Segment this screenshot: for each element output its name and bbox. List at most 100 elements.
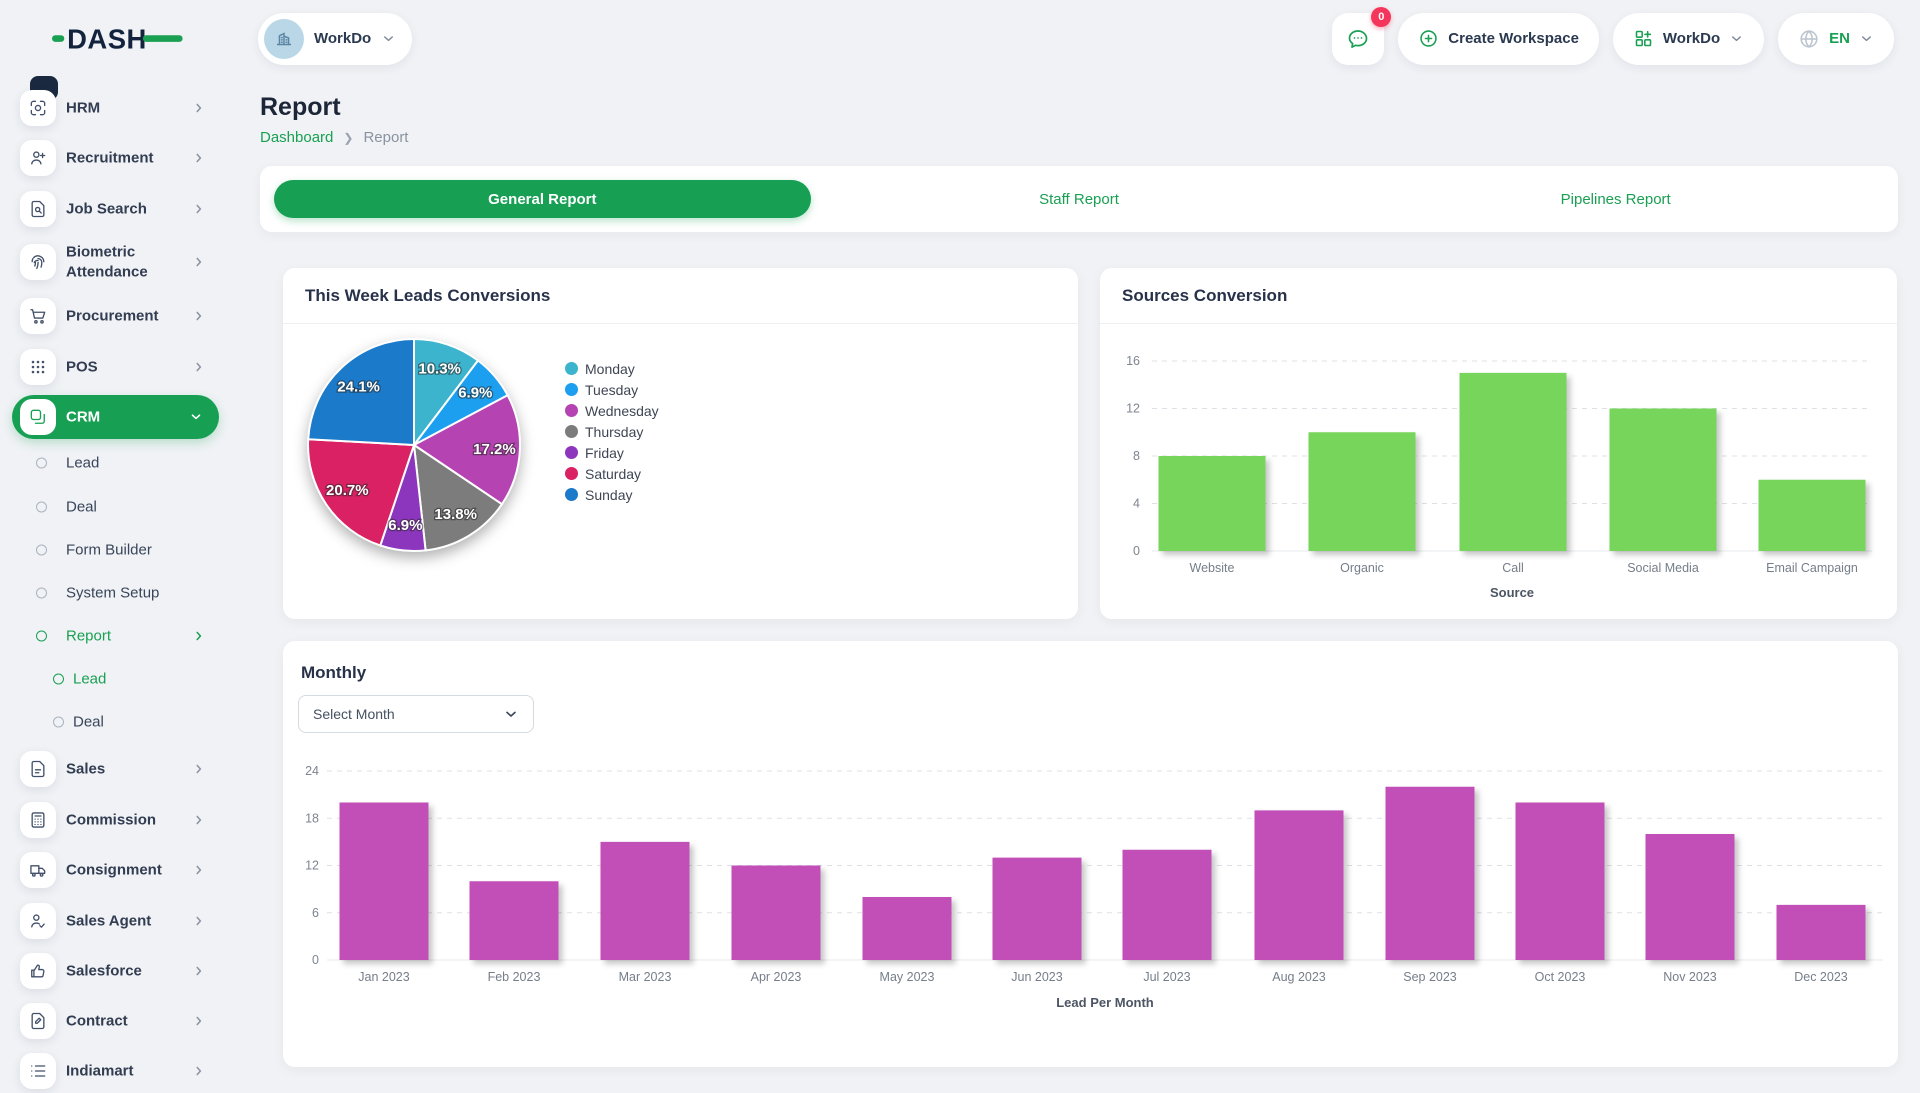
bar-jan-2023[interactable] [340,803,429,961]
pos-icon [20,349,56,385]
legend-item-sunday[interactable]: Sunday [565,484,659,505]
bar-website[interactable] [1159,456,1266,551]
chart-text: 6.9% [388,517,422,534]
chevron-right-icon [192,1014,206,1028]
chart-text: 18 [305,811,319,825]
legend-dot-icon [565,362,578,375]
bar-jun-2023[interactable] [993,858,1082,960]
chart-text: Aug 2023 [1272,970,1326,984]
bar-may-2023[interactable] [863,897,952,960]
sidebar-item-label: Lead [66,455,99,472]
create-workspace-button[interactable]: Create Workspace [1398,13,1599,65]
sidebar-item-deal-sub[interactable]: Deal [0,700,232,744]
sidebar-item-system-setup[interactable]: System Setup [0,571,232,615]
week-leads-card: This Week Leads Conversions 10.3%6.9%17.… [283,268,1078,619]
sources-bar-chart: 0481216WebsiteOrganicCallSocial MediaEma… [1100,324,1897,619]
legend-item-friday[interactable]: Friday [565,442,659,463]
legend-label: Tuesday [585,382,638,398]
bar-dec-2023[interactable] [1777,905,1866,960]
sidebar-item-label: Report [66,628,111,645]
chart-text: Oct 2023 [1535,970,1586,984]
indiamart-icon [20,1053,56,1089]
legend-label: Sunday [585,487,632,503]
pie-legend: Monday Tuesday WednesdayThursdayFridaySatu… [565,358,659,505]
tab-staff-report[interactable]: Staff Report [811,180,1348,218]
sidebar-item-lead-sub[interactable]: Lead [0,657,232,701]
legend-item-wednesday[interactable]: Wednesday [565,400,659,421]
bar-organic[interactable] [1309,432,1416,551]
sidebar-item-label: Deal [73,714,104,731]
bar-call[interactable] [1460,373,1567,551]
bullet-icon [53,717,64,728]
sidebar-item-consignment[interactable]: Consignment [0,848,232,892]
chart-text: Apr 2023 [751,970,802,984]
bar-oct-2023[interactable] [1516,803,1605,961]
chevron-down-icon [381,31,396,46]
sidebar-item-commission[interactable]: Commission [0,798,232,842]
sidebar-item-label: Salesforce [66,963,142,980]
legend-item-monday[interactable]: Monday [565,358,659,379]
grid-plus-icon [1633,28,1654,49]
workdo-menu-button[interactable]: WorkDo [1613,13,1764,65]
messages-button[interactable]: 0 [1332,13,1384,65]
sidebar-item-deal[interactable]: Deal [0,485,232,529]
bar-feb-2023[interactable] [470,881,559,960]
workspace-switcher[interactable]: WorkDo [258,13,412,65]
sources-conversion-body: 0481216WebsiteOrganicCallSocial MediaEma… [1100,324,1897,619]
bar-nov-2023[interactable] [1646,834,1735,960]
sidebar-item-biometric-attendance[interactable]: Biometric Attendance [0,234,232,290]
chevron-right-icon [192,151,206,165]
sidebar-item-form-builder[interactable]: Form Builder [0,528,232,572]
sidebar-item-indiamart[interactable]: Indiamart [0,1049,232,1093]
commission-icon [20,802,56,838]
sidebar-item-report[interactable]: Report [0,614,232,658]
sidebar-item-procurement[interactable]: Procurement [0,294,232,338]
chart-text: Organic [1340,561,1384,575]
bullet-icon [36,545,47,556]
sidebar-item-lead[interactable]: Lead [0,441,232,485]
chevron-right-icon [192,1064,206,1078]
dash-logo[interactable]: DASH [52,20,194,63]
sidebar-item-sales-agent[interactable]: Sales Agent [0,899,232,943]
chart-text: Jun 2023 [1011,970,1062,984]
breadcrumb-current: Report [363,129,408,146]
sidebar-item-crm[interactable]: CRM [12,395,219,439]
bar-mar-2023[interactable] [601,842,690,960]
building-icon [273,28,295,50]
sidebar-item-recruitment[interactable]: Recruitment [0,136,232,180]
sidebar-item-pos[interactable]: POS [0,345,232,389]
bar-apr-2023[interactable] [732,866,821,961]
topbar: WorkDo 0 Create Workspace [232,0,1920,77]
sidebar-item-label: Indiamart [66,1063,134,1080]
bar-sep-2023[interactable] [1386,787,1475,960]
chart-text: 6.9% [458,385,492,402]
breadcrumb-dashboard-link[interactable]: Dashboard [260,129,333,146]
chart-text: 16 [1126,354,1140,368]
bar-aug-2023[interactable] [1255,810,1344,960]
bar-social-media[interactable] [1610,409,1717,552]
page-title: Report [260,93,1898,122]
legend-item-thursday[interactable]: Thursday [565,421,659,442]
chevron-down-icon [189,410,203,424]
chevron-right-icon [192,255,206,269]
sidebar-item-sales[interactable]: Sales [0,747,232,791]
tab-pipelines-report[interactable]: Pipelines Report [1347,180,1884,218]
chart-text: 13.8% [434,506,477,523]
sidebar-item-salesforce[interactable]: Salesforce [0,949,232,993]
legend-dot-icon [565,467,578,480]
tab-general-report[interactable]: General Report [274,180,811,218]
sidebar-item-contract[interactable]: Contract [0,999,232,1043]
chevron-down-icon [1859,31,1874,46]
language-button[interactable]: EN [1778,13,1894,65]
bar-jul-2023[interactable] [1123,850,1212,960]
chart-text: 20.7% [326,482,369,499]
week-leads-body: 10.3%6.9%17.2%13.8%6.9%20.7%24.1% Monday… [283,324,1078,619]
bar-email-campaign[interactable] [1759,480,1866,551]
sidebar-item-job-search[interactable]: Job Search [0,187,232,231]
legend-item-saturday[interactable]: Saturday [565,463,659,484]
sidebar-item-hrm[interactable]: HRM [0,86,232,130]
sidebar: DASH HRM Recruitment Job SearchBiometric A… [0,0,232,1080]
chevron-right-icon [192,360,206,374]
chevron-right-icon [192,762,206,776]
legend-item-tuesday[interactable]: Tuesday [565,379,659,400]
